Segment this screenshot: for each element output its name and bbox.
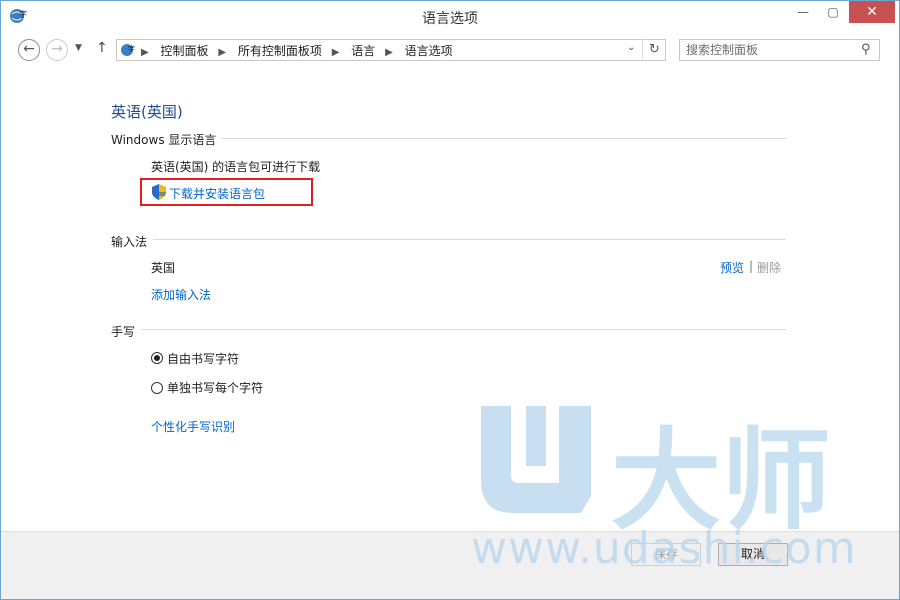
recent-locations-dropdown[interactable]: ▼ (75, 43, 82, 53)
maximize-button[interactable]: ▢ (819, 1, 847, 23)
add-input-method-link[interactable]: 添加输入法 (151, 286, 211, 303)
breadcrumb-separator-icon: ▶ (141, 47, 149, 58)
preview-link[interactable]: 预览 (720, 259, 744, 276)
refresh-icon: ↻ (649, 42, 660, 57)
cancel-button[interactable]: 取消 (718, 543, 788, 566)
search-box[interactable]: ⚲ (679, 39, 880, 61)
search-input[interactable] (686, 42, 846, 58)
breadcrumb-item-language[interactable]: 语言 (351, 44, 375, 58)
display-language-heading: Windows 显示语言 (111, 133, 217, 147)
freeform-label[interactable]: 自由书写字符 (167, 350, 239, 367)
search-icon[interactable]: ⚲ (861, 42, 871, 57)
language-title: 英语(英国) (111, 103, 183, 121)
personalize-handwriting-link[interactable]: 个性化手写识别 (151, 418, 235, 435)
forward-button[interactable]: → (46, 39, 68, 61)
main-content: 英语(英国) Windows 显示语言 英语(英国) 的语言包可进行下载 下载并… (1, 71, 899, 531)
section-divider (153, 239, 786, 240)
uac-shield-icon (152, 184, 166, 200)
breadcrumb-separator-icon[interactable]: ▶ (332, 47, 340, 58)
save-button[interactable]: 保存 (631, 543, 701, 566)
download-language-pack-link[interactable]: 下载并安装语言包 (169, 185, 265, 202)
minimize-button[interactable]: — (789, 1, 817, 23)
breadcrumb-separator-icon[interactable]: ▶ (385, 47, 393, 58)
address-dropdown[interactable]: ⌄ (627, 42, 635, 53)
language-options-window: 字 语言选项 — ▢ ✕ ← → ▼ ↑ 字 ▶ 控制面板 ▶ 所有控制面板项 … (0, 0, 900, 600)
single-char-radio[interactable] (151, 382, 163, 394)
back-button[interactable]: ← (18, 39, 40, 61)
breadcrumb-separator-icon[interactable]: ▶ (218, 47, 226, 58)
breadcrumb-item-language-options[interactable]: 语言选项 (405, 44, 453, 58)
up-button[interactable]: ↑ (96, 40, 108, 56)
navigation-bar: ← → ▼ ↑ 字 ▶ 控制面板 ▶ 所有控制面板项 ▶ 语言 ▶ 语言选项 ⌄… (1, 34, 899, 68)
window-title: 语言选项 (422, 11, 478, 27)
arrow-left-icon: ← (23, 41, 35, 57)
section-divider (222, 138, 786, 139)
language-pack-status: 英语(英国) 的语言包可进行下载 (151, 160, 321, 174)
input-method-item: 英国 (151, 261, 176, 275)
section-divider (141, 329, 786, 330)
input-method-heading: 输入法 (111, 235, 148, 249)
arrow-up-icon: ↑ (96, 40, 108, 56)
delete-link[interactable]: 删除 (757, 259, 781, 276)
handwriting-heading: 手写 (111, 325, 136, 339)
address-bar[interactable]: 字 ▶ 控制面板 ▶ 所有控制面板项 ▶ 语言 ▶ 语言选项 ⌄ ↻ (116, 39, 666, 61)
title-bar: 字 语言选项 — ▢ ✕ (1, 1, 899, 32)
breadcrumb: ▶ 控制面板 ▶ 所有控制面板项 ▶ 语言 ▶ 语言选项 (141, 42, 459, 59)
link-separator: | (749, 259, 754, 273)
breadcrumb-item-all-items[interactable]: 所有控制面板项 (238, 44, 322, 58)
chevron-down-icon: ⌄ (627, 42, 636, 53)
freeform-radio[interactable] (151, 352, 163, 364)
single-char-label[interactable]: 单独书写每个字符 (167, 379, 263, 396)
refresh-button[interactable]: ↻ (642, 39, 666, 61)
breadcrumb-item-control-panel[interactable]: 控制面板 (161, 44, 209, 58)
control-panel-icon: 字 (121, 44, 135, 56)
svg-text:字: 字 (128, 44, 135, 53)
close-button[interactable]: ✕ (849, 1, 895, 23)
arrow-right-icon: → (51, 41, 63, 57)
chevron-down-icon: ▼ (75, 43, 82, 53)
footer-bar: 保存 取消 (1, 531, 899, 599)
